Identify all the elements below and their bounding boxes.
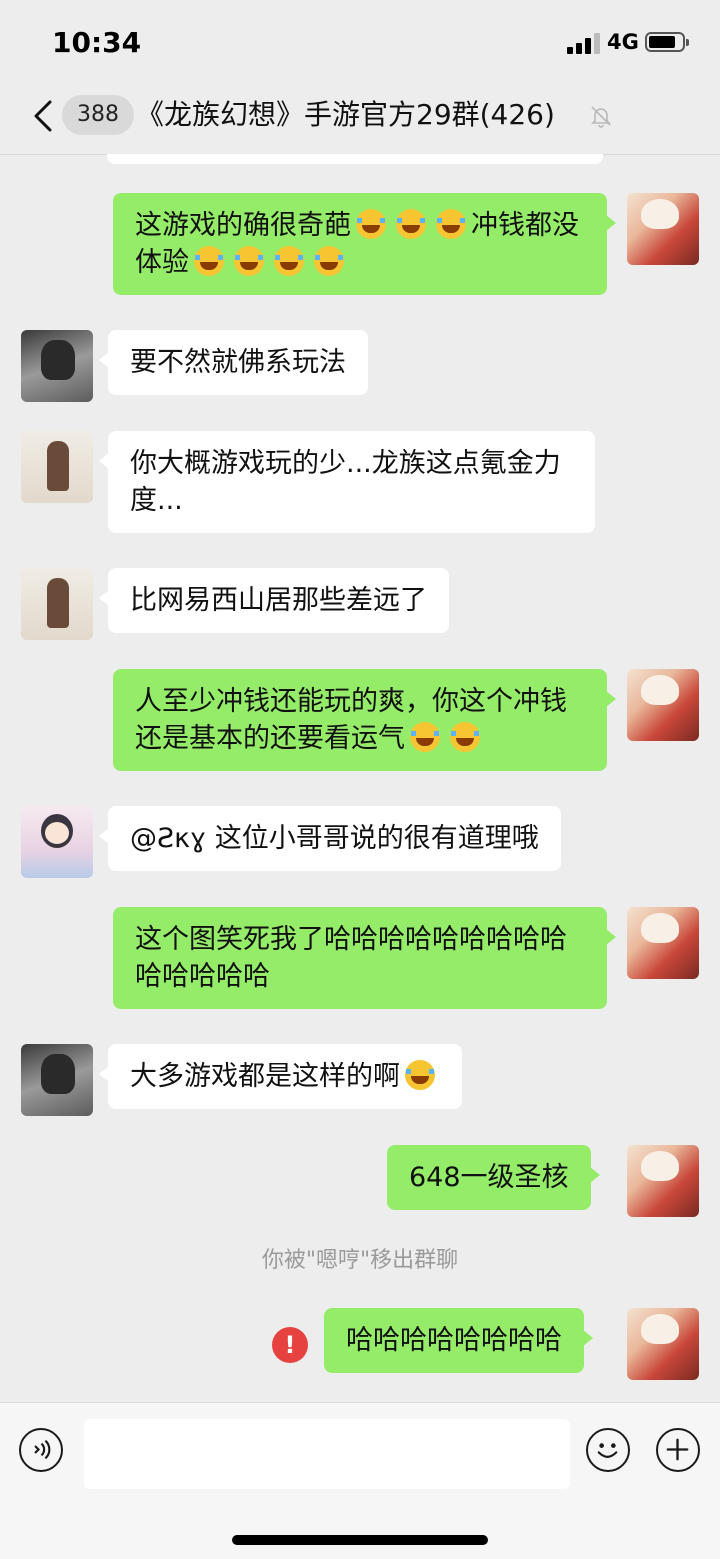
message-bubble-incoming[interactable]: @Ƨκɣ 这位小哥哥说的很有道理哦 — [99, 806, 561, 871]
avatar-member-girl[interactable] — [21, 806, 93, 878]
plus-icon[interactable] — [656, 1428, 700, 1472]
battery-icon — [645, 32, 689, 52]
emoji-smile-icon[interactable] — [586, 1428, 630, 1472]
message-input[interactable] — [84, 1419, 570, 1489]
signal-icon — [567, 32, 601, 54]
message-bubble-incoming[interactable]: 大多游戏都是这样的啊 — [99, 1044, 462, 1109]
bell-mute-icon — [591, 106, 611, 128]
message-bubble-outgoing[interactable]: 这游戏的确很奇葩 冲钱都没体验 — [113, 193, 616, 295]
previous-bubble-edge — [107, 154, 603, 164]
voice-icon[interactable] — [19, 1428, 63, 1472]
message-bubble-incoming[interactable]: 要不然就佛系玩法 — [99, 330, 368, 395]
avatar-member-dark[interactable] — [21, 1044, 93, 1116]
avatar-self[interactable] — [627, 193, 699, 265]
laughing-emoji-icon — [314, 246, 344, 276]
avatar-self[interactable] — [627, 907, 699, 979]
system-message: 你被"嗯哼"移出群聊 — [261, 1248, 459, 1273]
avatar-member-kaws[interactable] — [21, 568, 93, 640]
laughing-emoji-icon — [436, 209, 466, 239]
message-bubble-outgoing[interactable]: 这个图笑死我了哈哈哈哈哈哈哈哈哈哈哈哈哈哈 — [113, 907, 616, 1009]
message-bubble-incoming[interactable]: 比网易西山居那些差远了 — [99, 568, 449, 633]
status-bar: 10:34 4G — [0, 0, 720, 86]
avatar-member-kaws[interactable] — [21, 431, 93, 503]
laughing-emoji-icon — [194, 246, 224, 276]
avatar-self[interactable] — [627, 669, 699, 741]
laughing-emoji-icon — [234, 246, 264, 276]
home-indicator[interactable] — [232, 1535, 488, 1545]
laughing-emoji-icon — [450, 722, 480, 752]
chevron-left-icon[interactable] — [30, 98, 60, 134]
message-bubble-incoming[interactable]: 你大概游戏玩的少...龙族这点氪金力度... — [99, 431, 595, 533]
avatar-self[interactable] — [627, 1145, 699, 1217]
avatar-self[interactable] — [627, 1308, 699, 1380]
laughing-emoji-icon — [396, 209, 426, 239]
message-bubble-outgoing[interactable]: 哈哈哈哈哈哈哈哈 — [324, 1308, 593, 1373]
network-type: 4G — [607, 30, 639, 54]
message-bubble-outgoing[interactable]: 648一级圣核 — [387, 1145, 600, 1210]
laughing-emoji-icon — [356, 209, 386, 239]
chat-title: 《龙族幻想》手游官方29群(426) — [136, 98, 555, 131]
unread-count-badge[interactable]: 388 — [62, 95, 134, 135]
send-failed-icon[interactable]: ! — [272, 1327, 308, 1363]
status-time: 10:34 — [52, 26, 142, 59]
avatar-member-dark[interactable] — [21, 330, 93, 402]
laughing-emoji-icon — [405, 1060, 435, 1090]
input-bar — [0, 1402, 720, 1559]
chat-header: 388 《龙族幻想》手游官方29群(426) — [0, 86, 720, 155]
laughing-emoji-icon — [410, 722, 440, 752]
laughing-emoji-icon — [274, 246, 304, 276]
message-bubble-outgoing[interactable]: 人至少冲钱还能玩的爽，你这个冲钱还是基本的还要看运气 — [113, 669, 616, 771]
